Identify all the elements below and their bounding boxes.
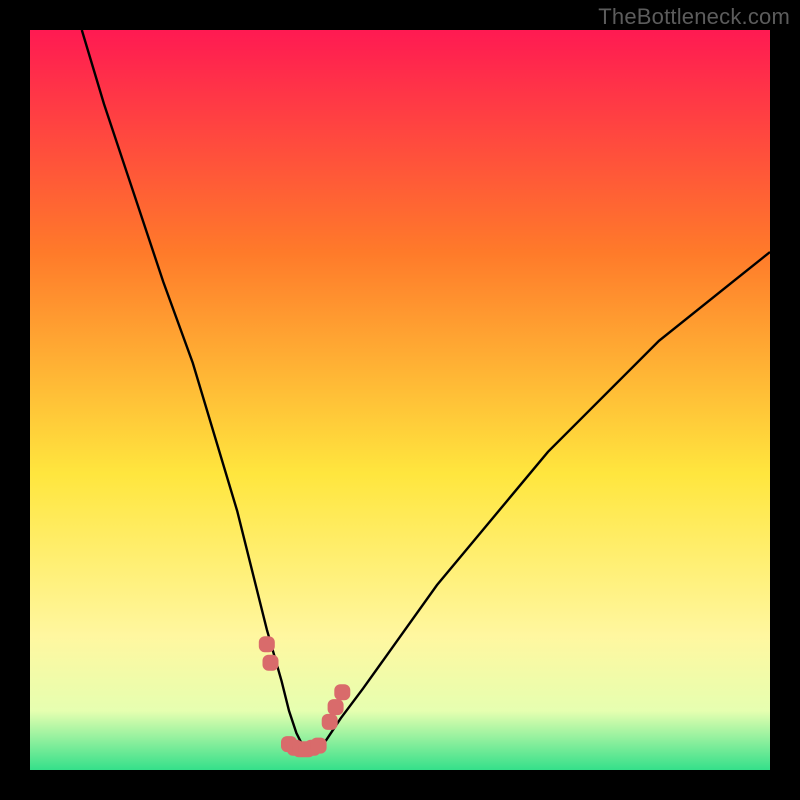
curve-marker bbox=[322, 714, 338, 730]
gradient-background bbox=[30, 30, 770, 770]
curve-marker bbox=[311, 738, 327, 754]
plot-area bbox=[30, 30, 770, 770]
curve-marker bbox=[259, 636, 275, 652]
curve-marker bbox=[328, 699, 344, 715]
watermark-text: TheBottleneck.com bbox=[598, 4, 790, 30]
curve-marker bbox=[263, 655, 279, 671]
chart-svg bbox=[30, 30, 770, 770]
chart-frame: { "watermark": "TheBottleneck.com", "col… bbox=[0, 0, 800, 800]
curve-marker bbox=[334, 684, 350, 700]
